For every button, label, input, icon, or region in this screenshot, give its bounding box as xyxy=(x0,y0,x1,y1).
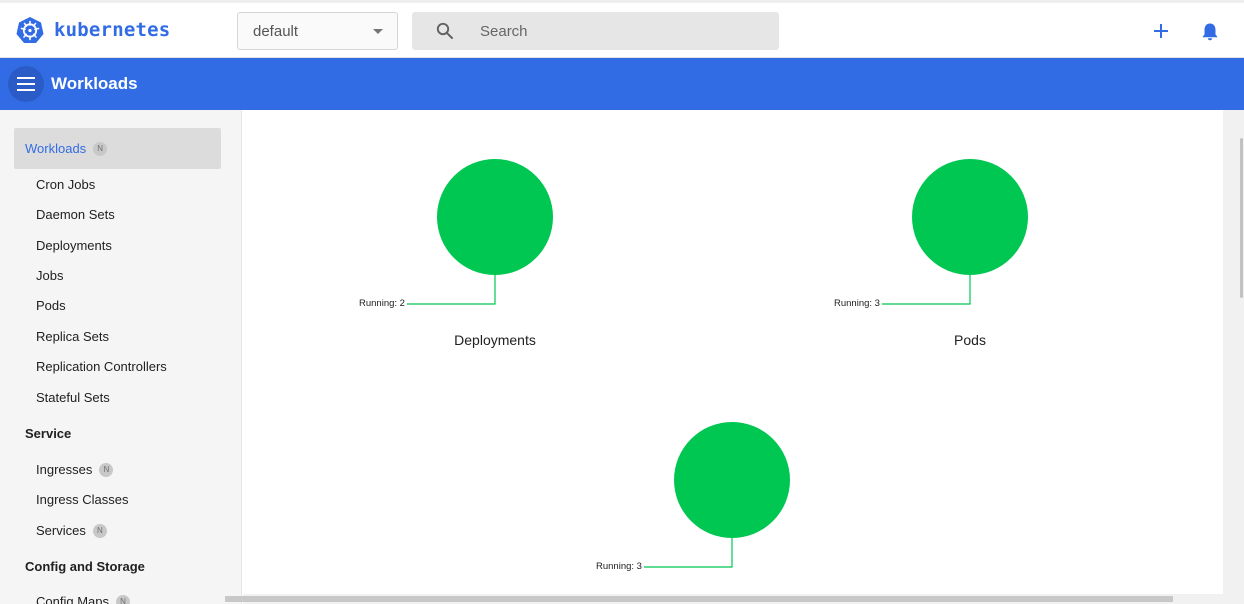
sidebar-item-label: Workloads xyxy=(25,141,87,156)
chart-title: Pods xyxy=(954,332,986,348)
new-badge: N xyxy=(93,141,108,156)
sidebar-item-label: Ingress Classes xyxy=(36,492,129,507)
pie-slice-running[interactable] xyxy=(912,159,1028,275)
sidebar-item-label: Stateful Sets xyxy=(36,390,110,405)
sidebar-item-jobs[interactable]: Jobs xyxy=(36,268,63,283)
sidebar-item-label: Ingresses xyxy=(36,462,93,477)
sidebar-item-deployments[interactable]: Deployments xyxy=(36,238,112,253)
new-badge: N xyxy=(115,594,130,604)
sidebar-item-replication-controllers[interactable]: Replication Controllers xyxy=(36,359,167,374)
brand-name: kubernetes xyxy=(54,19,171,41)
search-icon xyxy=(436,22,453,39)
menu-button[interactable] xyxy=(8,66,44,102)
sidebar-item-pods[interactable]: Pods xyxy=(36,298,66,313)
sidebar-item-label: Cron Jobs xyxy=(36,177,96,192)
scrollbar-thumb-horizontal[interactable] xyxy=(225,596,1173,602)
pie-slice-running[interactable] xyxy=(674,422,790,538)
hamburger-menu-icon xyxy=(17,77,35,91)
sidebar-item-label: Jobs xyxy=(36,268,64,283)
namespace-select[interactable]: default xyxy=(237,12,398,50)
bell-icon[interactable] xyxy=(1199,21,1221,43)
leader-line xyxy=(407,275,496,305)
chart-title: Deployments xyxy=(454,332,536,348)
leader-line xyxy=(882,275,971,305)
sidebar-group-service[interactable]: Service xyxy=(25,426,71,441)
search-input[interactable] xyxy=(480,12,760,50)
sidebar-group-config-and-storage[interactable]: Config and Storage xyxy=(25,559,145,574)
sidebar-item-workloads[interactable]: Workloads N xyxy=(14,128,221,169)
pie-chart-pods xyxy=(882,159,1028,305)
brand-logo[interactable]: kubernetes xyxy=(16,16,170,44)
sidebar-item-stateful-sets[interactable]: Stateful Sets xyxy=(36,390,110,405)
sidebar-item-label: Replication Controllers xyxy=(36,359,167,374)
sidebar-item-label: Replica Sets xyxy=(36,329,109,344)
sidebar-item-replica-sets[interactable]: Replica Sets xyxy=(36,329,109,344)
pie-chart-deployments xyxy=(407,159,553,305)
chevron-down-icon xyxy=(373,29,383,34)
search-bar[interactable] xyxy=(412,12,779,50)
sidebar-item-label: Config Maps xyxy=(36,594,109,604)
new-badge: N xyxy=(92,523,107,538)
charts-svg xyxy=(407,159,1028,568)
new-badge: N xyxy=(99,462,114,477)
workload-status-charts: Running: 2 Deployments Running: 3 Pods Runni… xyxy=(243,110,1223,594)
slice-annotation: Running: 3 xyxy=(596,561,642,572)
sidebar-item-ingresses[interactable]: Ingresses N xyxy=(36,462,114,477)
leader-line xyxy=(644,538,733,568)
page-title: Workloads xyxy=(51,74,138,93)
sidebar-item-label: Services xyxy=(36,523,86,538)
page-header: Workloads xyxy=(0,58,1244,110)
kubernetes-logo-icon xyxy=(16,17,44,43)
scrollbar-thumb-vertical[interactable] xyxy=(1240,138,1243,298)
sidebar-item-services[interactable]: Services N xyxy=(36,523,107,538)
sidebar-item-daemon-sets[interactable]: Daemon Sets xyxy=(36,207,115,222)
top-bar: kubernetes default xyxy=(0,0,1244,58)
sidebar-nav: Workloads N Cron Jobs Daemon Sets Deploy… xyxy=(0,110,242,604)
sidebar-item-label: Pods xyxy=(36,298,66,313)
sidebar-item-label: Deployments xyxy=(36,238,112,253)
namespace-value: default xyxy=(253,22,299,40)
pie-chart-unnamed xyxy=(644,422,790,568)
sidebar-item-label: Daemon Sets xyxy=(36,207,115,222)
slice-annotation: Running: 3 xyxy=(834,298,880,309)
pie-slice-running[interactable] xyxy=(437,159,553,275)
plus-icon[interactable] xyxy=(1150,20,1172,42)
sidebar-item-ingress-classes[interactable]: Ingress Classes xyxy=(36,492,128,507)
sidebar-item-config-maps[interactable]: Config Maps N xyxy=(36,594,130,604)
sidebar-item-cron-jobs[interactable]: Cron Jobs xyxy=(36,177,95,192)
slice-annotation: Running: 2 xyxy=(359,298,405,309)
